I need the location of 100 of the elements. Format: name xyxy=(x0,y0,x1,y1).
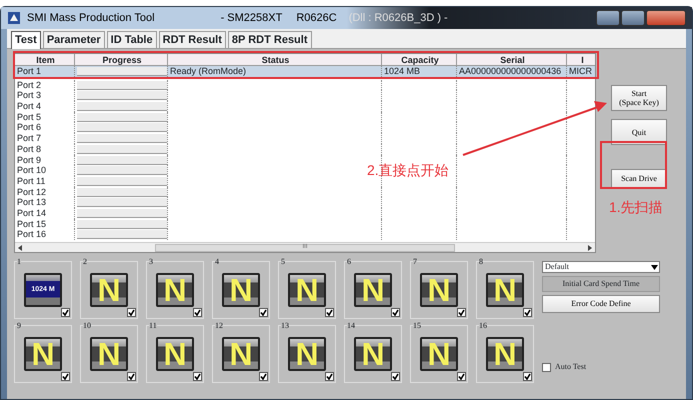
app-icon xyxy=(7,11,21,25)
annotation-text: 1.先扫描 xyxy=(609,198,663,217)
table-cell[interactable]: Port 3 xyxy=(15,90,75,102)
tab[interactable]: RDT Result xyxy=(158,31,226,48)
port-number: 15 xyxy=(413,321,421,330)
column-header[interactable]: I xyxy=(567,54,595,65)
port-checkbox[interactable] xyxy=(127,372,136,381)
port-checkbox[interactable] xyxy=(325,372,334,381)
no-drive-letter: N xyxy=(493,339,517,369)
dropdown-caret-icon[interactable] xyxy=(650,264,658,270)
table-cell[interactable]: Port 12 xyxy=(15,186,75,198)
table-cell[interactable]: AA000000000000000436 xyxy=(457,66,567,77)
table-cell[interactable]: Port 16 xyxy=(15,229,75,240)
table-cell[interactable]: Port 5 xyxy=(15,112,75,122)
port-number: 5 xyxy=(281,257,285,266)
auto-test-checkbox[interactable] xyxy=(542,362,551,372)
port-checkbox[interactable] xyxy=(523,308,532,317)
port-number: 9 xyxy=(17,321,21,330)
table-cell[interactable]: Port 6 xyxy=(15,122,75,134)
port-checkbox[interactable] xyxy=(523,372,532,381)
port-number: 14 xyxy=(347,321,355,330)
port-checkbox[interactable] xyxy=(259,372,268,381)
port-checkbox[interactable] xyxy=(259,308,268,317)
no-drive-letter: N xyxy=(427,339,451,369)
scroll-right-icon[interactable] xyxy=(588,244,592,250)
start-button[interactable]: Start (Space Key) xyxy=(611,85,667,111)
no-drive-letter: N xyxy=(361,339,385,369)
table-cell[interactable]: Port 8 xyxy=(15,144,75,154)
minimize-button[interactable] xyxy=(596,10,620,26)
port-number: 3 xyxy=(149,257,153,266)
table-cell[interactable]: Port 9 xyxy=(15,154,75,166)
port-checkbox[interactable] xyxy=(325,308,334,317)
highlight-frame xyxy=(600,141,667,189)
port-number: 10 xyxy=(83,321,91,330)
port-number: 1 xyxy=(17,257,21,266)
table-cell[interactable]: Port 10 xyxy=(15,165,75,176)
table-cell[interactable]: MICR xyxy=(567,66,595,77)
close-button[interactable] xyxy=(646,10,686,26)
port-checkbox[interactable] xyxy=(127,308,136,317)
profile-dropdown[interactable]: Default xyxy=(542,261,660,273)
no-drive-letter: N xyxy=(229,275,253,305)
tab[interactable]: 8P RDT Result xyxy=(228,31,312,48)
no-drive-letter: N xyxy=(163,275,187,305)
port-number: 7 xyxy=(413,257,417,266)
tab[interactable]: ID Table xyxy=(106,31,157,48)
no-drive-letter: N xyxy=(97,339,121,369)
no-drive-letter: N xyxy=(163,339,187,369)
version-label: R0626C xyxy=(296,10,337,26)
error-code-button[interactable]: Error Code Define xyxy=(542,295,660,313)
no-drive-letter: N xyxy=(361,275,385,305)
table-cell[interactable]: Port 14 xyxy=(15,208,75,219)
port-number: 11 xyxy=(149,321,157,330)
column-header[interactable]: Serial xyxy=(457,54,567,65)
scan-drive-button[interactable]: Scan Drive xyxy=(611,168,667,188)
tab[interactable]: Test xyxy=(11,31,41,49)
port-number: 4 xyxy=(215,257,219,266)
table-cell[interactable]: Port 2 xyxy=(15,80,75,90)
no-drive-letter: N xyxy=(427,275,451,305)
table-cell[interactable]: Ready (RomMode) xyxy=(168,66,382,77)
no-drive-letter: N xyxy=(493,275,517,305)
port-checkbox[interactable] xyxy=(457,308,466,317)
column-header[interactable]: Progress xyxy=(75,54,168,65)
no-drive-letter: N xyxy=(295,275,319,305)
port-number: 2 xyxy=(83,257,87,266)
maximize-button[interactable] xyxy=(621,10,645,26)
quit-button[interactable]: Quit xyxy=(611,119,667,145)
no-drive-letter: N xyxy=(97,275,121,305)
table-cell[interactable]: Port 11 xyxy=(15,176,75,187)
auto-test-label: Auto Test xyxy=(555,361,586,373)
column-header[interactable]: Item xyxy=(15,54,75,65)
port-checkbox[interactable] xyxy=(457,372,466,381)
port-checkbox[interactable] xyxy=(391,308,400,317)
no-drive-letter: N xyxy=(295,339,319,369)
window-title: SMI Mass Production Tool xyxy=(27,10,155,26)
port-checkbox[interactable] xyxy=(61,372,70,381)
port-number: 12 xyxy=(215,321,223,330)
column-header[interactable]: Capacity xyxy=(382,54,457,65)
no-drive-letter: N xyxy=(31,339,55,369)
table-cell[interactable]: Port 4 xyxy=(15,101,75,112)
spend-time-button[interactable]: Initial Card Spend Time xyxy=(542,276,660,292)
port-number: 16 xyxy=(479,321,487,330)
table-cell[interactable]: Port 13 xyxy=(15,197,75,208)
no-drive-letter: N xyxy=(229,339,253,369)
port-number: 6 xyxy=(347,257,351,266)
annotation-text: 2.直接点开始 xyxy=(367,161,449,180)
port-checkbox[interactable] xyxy=(193,308,202,317)
table-cell[interactable]: Port 15 xyxy=(15,218,75,230)
dll-label: (Dll : R0626B_3D ) - xyxy=(348,10,448,26)
port-checkbox[interactable] xyxy=(391,372,400,381)
port-checkbox[interactable] xyxy=(61,308,70,317)
table-cell[interactable]: Port 7 xyxy=(15,133,75,144)
port-number: 8 xyxy=(479,257,483,266)
controller-label: - SM2258XT xyxy=(220,10,282,26)
table-cell[interactable]: 1024 MB xyxy=(382,66,457,77)
tab[interactable]: Parameter xyxy=(42,31,105,48)
scroll-left-icon[interactable] xyxy=(18,244,22,250)
table-cell[interactable]: Port 1 xyxy=(15,66,75,77)
dropdown-value: Default xyxy=(545,261,569,273)
column-header[interactable]: Status xyxy=(168,54,382,65)
port-checkbox[interactable] xyxy=(193,372,202,381)
